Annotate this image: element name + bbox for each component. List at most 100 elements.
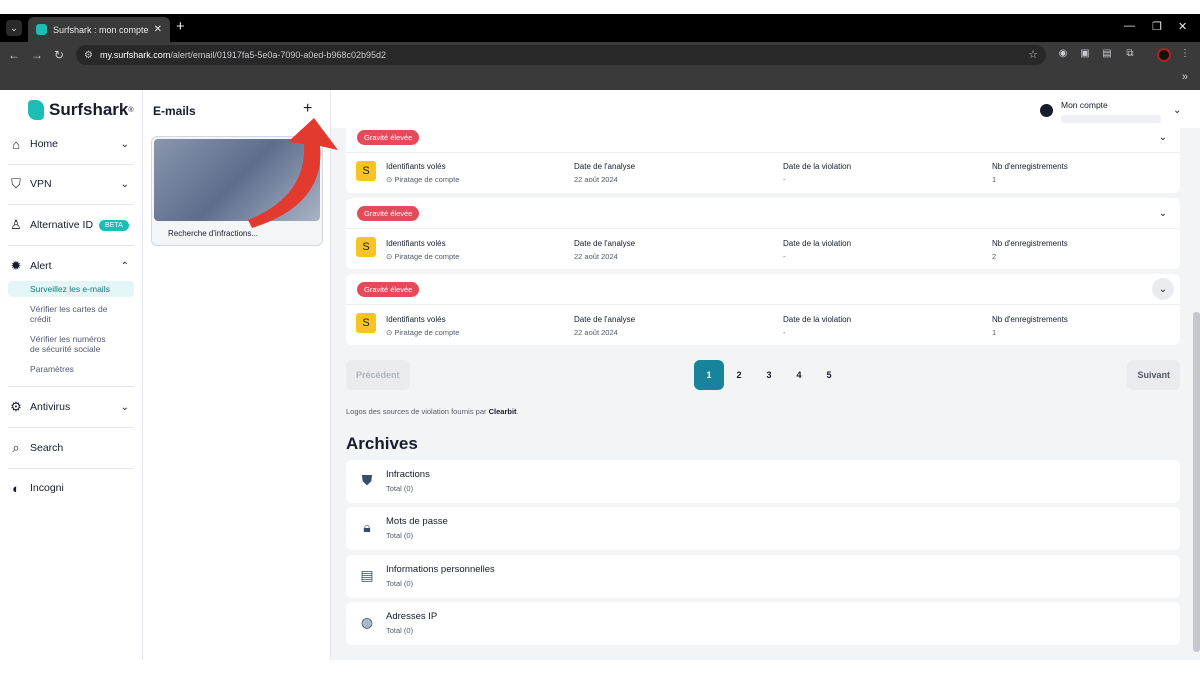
sidebar-item-label: Home <box>30 138 59 150</box>
source-logo: S <box>356 313 376 333</box>
site-info-icon[interactable]: ⚙ <box>84 50 93 61</box>
forward-icon[interactable]: → <box>31 47 43 63</box>
extensions-icon[interactable]: ⧉ <box>1124 48 1136 60</box>
next-page-button[interactable]: Suivant <box>1127 360 1180 390</box>
archive-item-infractions[interactable]: ⛊ Infractions Total (0) <box>346 460 1180 503</box>
divider <box>346 152 1180 153</box>
address-bar[interactable]: ⚙ my.surfshark.com/alert/email/01917fa5-… <box>76 45 1046 65</box>
chevron-down-icon: ⌄ <box>1173 105 1182 116</box>
breach-type: ⊙ Piratage de compte <box>386 175 460 184</box>
surfshark-logo[interactable]: Surfshark ® <box>28 100 134 120</box>
double-chevron-icon[interactable]: » <box>1182 71 1188 83</box>
violation-date-value: - <box>783 252 786 261</box>
breach-title: Identifiants volés <box>386 162 446 171</box>
annotation-arrow-icon <box>248 118 338 228</box>
shield-alert-icon: ⛊ <box>361 472 373 488</box>
scan-date-label: Date de l'analyse <box>574 315 636 324</box>
scan-date-column: Date de l'analyse 22 août 2024 <box>574 313 635 339</box>
chevron-down-icon: ⌄ <box>120 401 129 413</box>
profile-avatar[interactable] <box>1157 48 1171 62</box>
emails-title: E-mails <box>153 104 196 118</box>
records-column: Nb d'enregistrements 1 <box>992 313 1068 339</box>
page-2-button[interactable]: 2 <box>724 360 754 390</box>
registered-mark: ® <box>128 106 134 114</box>
top-margin <box>0 0 1200 14</box>
divider <box>346 304 1180 305</box>
close-window-icon[interactable]: ✕ <box>1178 20 1187 33</box>
sidebar-item-label: Alert <box>30 260 52 272</box>
records-label: Nb d'enregistrements <box>992 239 1068 248</box>
expand-chevron-icon[interactable]: ⌄ <box>1152 202 1174 224</box>
minimize-icon[interactable]: — <box>1124 20 1135 32</box>
sidebar-item-label: Antivirus <box>30 401 71 413</box>
tab-search-button[interactable]: ⌄ <box>6 20 22 36</box>
sidebar-sub-settings[interactable]: Paramètres <box>8 361 134 377</box>
reload-icon[interactable]: ↻ <box>54 47 64 63</box>
violation-date-value: - <box>783 175 786 184</box>
page-1-button[interactable]: 1 <box>694 360 724 390</box>
search-icon: ⌕ <box>12 440 20 455</box>
browser-tab[interactable]: Surfshark : mon compte ✕ <box>28 17 170 42</box>
records-value: 1 <box>992 175 997 184</box>
page-5-button[interactable]: 5 <box>814 360 844 390</box>
expand-chevron-icon[interactable]: ⌄ <box>1152 278 1174 300</box>
pagination: Précédent 1 2 3 4 5 Suivant <box>346 360 1180 390</box>
breach-title-column: Identifiants volés ⊙ Piratage de compte <box>386 313 459 339</box>
logo-credit: Logos des sources de violation fournis p… <box>346 407 519 416</box>
archive-item-total: Total (0) <box>386 626 414 635</box>
violation-date-label: Date de la violation <box>783 162 852 171</box>
breach-type: ⊙ Piratage de compte <box>386 252 460 261</box>
scan-date-column: Date de l'analyse 22 août 2024 <box>574 237 635 263</box>
sidebar-item-vpn[interactable]: ⛉ VPN ⌄ <box>0 164 143 204</box>
records-label: Nb d'enregistrements <box>992 162 1068 171</box>
tab-bar: ⌄ Surfshark : mon compte ✕ + — ❐ ✕ <box>0 14 1200 42</box>
archive-item-ip-addresses[interactable]: ◍ Adresses IP Total (0) <box>346 602 1180 645</box>
bookmark-star-icon[interactable]: ☆ <box>1028 48 1038 61</box>
credit-brand: Clearbit <box>488 407 517 416</box>
beta-badge: BETA <box>99 219 129 231</box>
scan-date-column: Date de l'analyse 22 août 2024 <box>574 160 635 186</box>
sidebar-sub-social-security[interactable]: Vérifier les numéros de sécurité sociale <box>8 331 134 357</box>
camera-icon[interactable]: ◉ <box>1057 48 1069 60</box>
sidebar-item-home[interactable]: ⌂ Home ⌄ <box>0 124 143 164</box>
bug-icon: ✹ <box>10 258 22 273</box>
maximize-icon[interactable]: ❐ <box>1152 20 1162 33</box>
sidebar-item-incogni[interactable]: ◐ Incogni <box>0 468 143 508</box>
severity-badge: Gravité élevée <box>357 282 420 297</box>
archive-item-passwords[interactable]: 🔒︎ Mots de passe Total (0) <box>346 507 1180 550</box>
scrollbar[interactable] <box>1193 312 1200 652</box>
violation-date-column: Date de la violation - <box>783 160 851 186</box>
scan-date-value: 22 août 2024 <box>574 175 618 184</box>
severity-badge: Gravité élevée <box>357 206 420 221</box>
account-menu[interactable]: Mon compte ⌄ <box>1040 100 1181 123</box>
previous-page-button[interactable]: Précédent <box>346 360 410 390</box>
sidebar-item-search[interactable]: ⌕ Search <box>0 428 143 468</box>
screenshot-icon[interactable]: ▣ <box>1079 48 1091 60</box>
sidebar-item-alternative-id[interactable]: ♙ Alternative ID BETA <box>0 205 143 245</box>
violation-date-label: Date de la violation <box>783 315 852 324</box>
credit-end: . <box>516 407 519 416</box>
new-tab-button[interactable]: + <box>176 19 185 35</box>
sidebar-item-antivirus[interactable]: ⚙ Antivirus ⌄ <box>0 387 143 427</box>
menu-icon[interactable]: ⋮ <box>1179 48 1191 60</box>
scan-date-label: Date de l'analyse <box>574 162 636 171</box>
page-4-button[interactable]: 4 <box>784 360 814 390</box>
tab-close-icon[interactable]: ✕ <box>154 24 162 35</box>
page-3-button[interactable]: 3 <box>754 360 784 390</box>
clipboard-icon[interactable]: ▤ <box>1101 48 1113 60</box>
archive-item-title: Adresses IP <box>386 611 438 622</box>
scan-date-label: Date de l'analyse <box>574 239 636 248</box>
sidebar-sub-credit-cards[interactable]: Vérifier les cartes de crédit <box>8 301 134 327</box>
sidebar-item-alert[interactable]: ✹ Alert ⌃ <box>0 246 143 286</box>
sidebar-sub-monitor-emails[interactable]: Surveillez les e-mails <box>8 281 134 297</box>
main-content: Mon compte ⌄ Gravité élevée ⌄ S Identifi… <box>331 90 1200 660</box>
redacted-account-email <box>1061 115 1161 123</box>
back-icon[interactable]: ← <box>8 47 20 63</box>
sidebar: Surfshark ® ⌂ Home ⌄ ⛉ VPN ⌄ ♙ Alternativ… <box>0 90 143 660</box>
violation-date-value: - <box>783 328 786 337</box>
breach-type: ⊙ Piratage de compte <box>386 328 460 337</box>
archive-item-personal-info[interactable]: ▤ Informations personnelles Total (0) <box>346 555 1180 598</box>
breach-title-column: Identifiants volés ⊙ Piratage de compte <box>386 160 459 186</box>
expand-chevron-icon[interactable]: ⌄ <box>1152 126 1174 148</box>
account-avatar-icon <box>1040 104 1053 117</box>
